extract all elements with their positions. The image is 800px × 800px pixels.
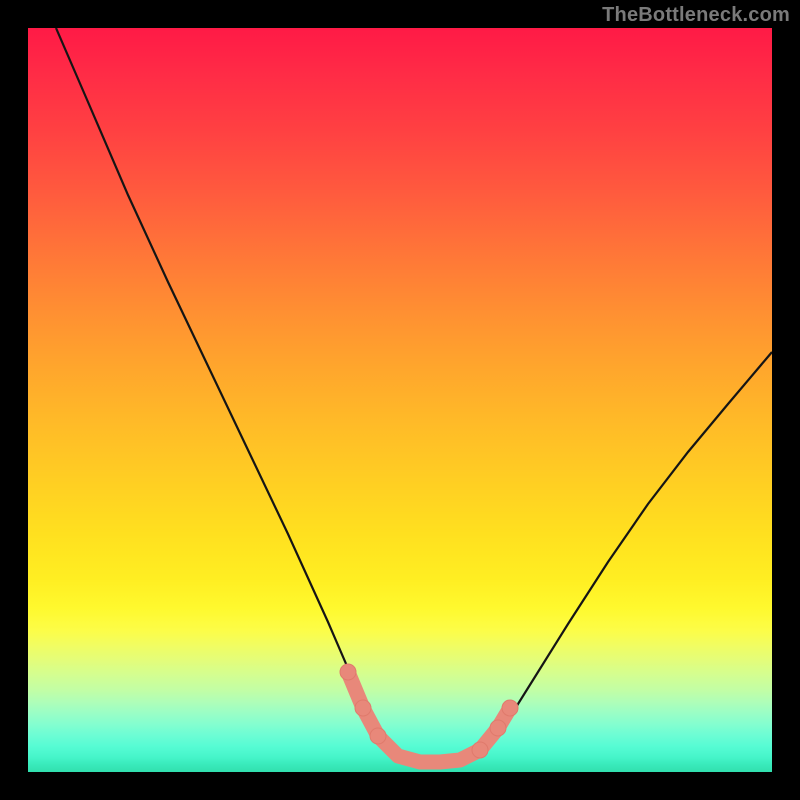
curve-markers (340, 664, 518, 762)
marker-dot (472, 742, 488, 758)
chart-plot-area (28, 28, 772, 772)
curve-right (438, 352, 772, 766)
marker-dot (490, 720, 506, 736)
curve-left (56, 28, 438, 766)
watermark-text: TheBottleneck.com (602, 4, 790, 27)
marker-dot (340, 664, 356, 680)
marker-dot (502, 700, 518, 716)
marker-dot (370, 728, 386, 744)
marker-dot (355, 700, 371, 716)
bottleneck-curve (56, 28, 772, 766)
chart-frame: TheBottleneck.com (0, 0, 800, 800)
chart-svg (28, 28, 772, 772)
